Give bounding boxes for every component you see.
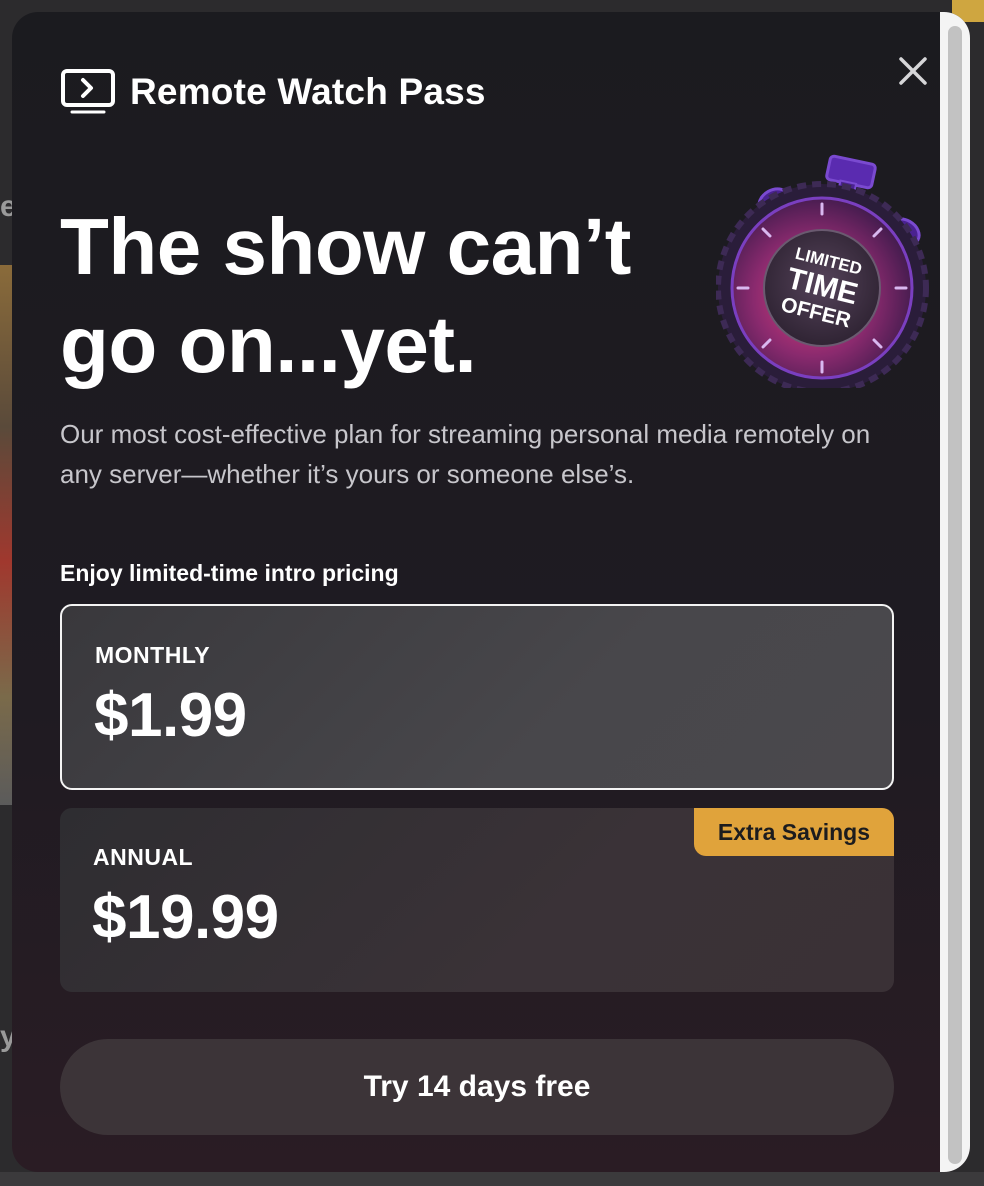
- plan-option-monthly[interactable]: MONTHLY $1.99: [60, 604, 894, 790]
- headline-line-2: go on...yet.: [60, 300, 477, 389]
- background-bottom-strip: [0, 1172, 984, 1186]
- headline: The show can’t go on...yet.: [60, 198, 700, 394]
- plan-label: MONTHLY: [95, 642, 211, 668]
- upgrade-modal: Remote Watch Pass LIMITED TIME OFFER The…: [12, 12, 970, 1172]
- scrollbar-track[interactable]: [940, 12, 970, 1172]
- plan-description: Our most cost-effective plan for streami…: [60, 419, 871, 489]
- plan-price: $1.99: [94, 681, 247, 750]
- headline-line-1: The show can’t: [60, 202, 631, 291]
- stopwatch-badge-icon: LIMITED TIME OFFER: [716, 154, 929, 388]
- brand-name: Remote Watch Pass: [130, 71, 486, 112]
- extra-savings-tag: Extra Savings: [693, 808, 894, 856]
- start-free-trial-button[interactable]: Try 14 days free: [60, 1039, 894, 1135]
- plan-option-annual[interactable]: Extra Savings ANNUAL $19.99: [60, 808, 894, 992]
- plan-price: $19.99: [92, 883, 279, 952]
- scrollbar-thumb[interactable]: [948, 26, 962, 1164]
- tv-play-icon: [61, 69, 115, 114]
- brand-header: Remote Watch Pass: [60, 68, 486, 116]
- intro-pricing-label: Enjoy limited-time intro pricing: [60, 560, 399, 586]
- close-icon[interactable]: [896, 54, 930, 88]
- plan-label: ANNUAL: [93, 844, 194, 870]
